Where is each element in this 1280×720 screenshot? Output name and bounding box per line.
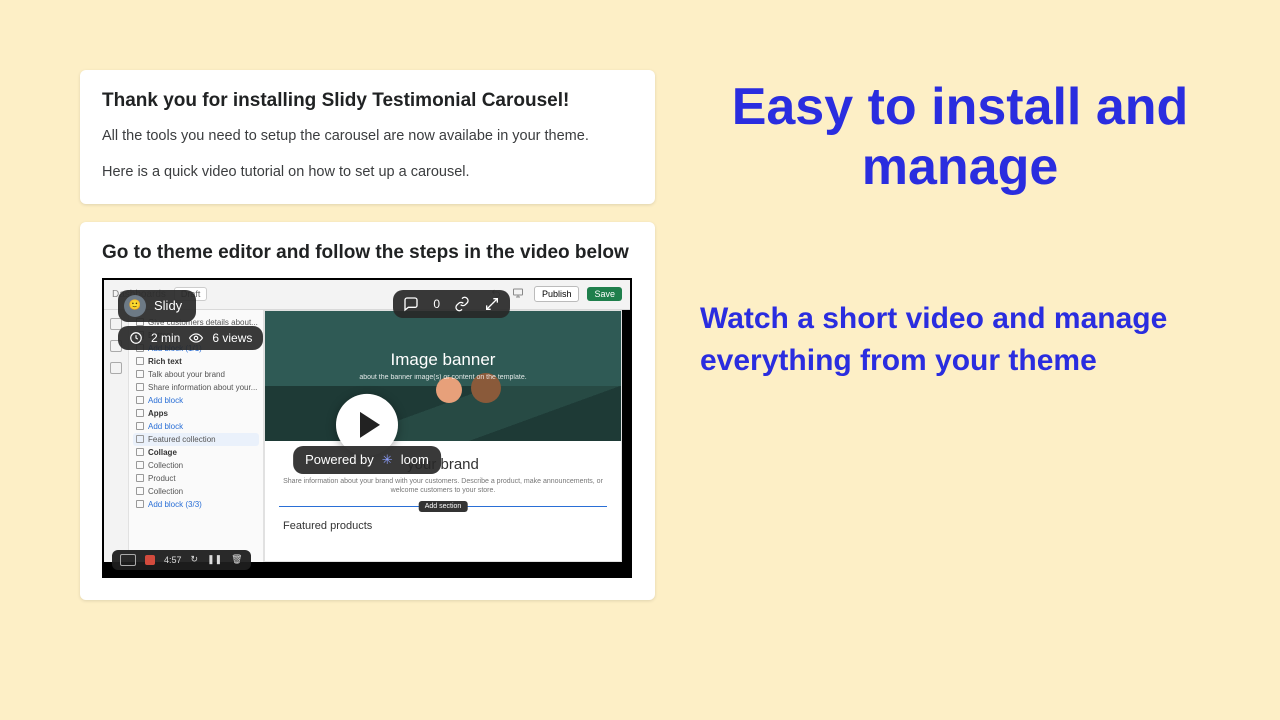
sidebar-item-icon bbox=[136, 474, 144, 482]
sidebar-item-icon bbox=[136, 383, 144, 391]
video-meta-chip: 2 min 6 views bbox=[118, 326, 263, 350]
powered-label: Powered by bbox=[305, 452, 374, 467]
sidebar-item[interactable]: Talk about your brand bbox=[133, 368, 259, 381]
featured-products-heading: Featured products bbox=[265, 516, 621, 536]
comment-icon[interactable] bbox=[403, 296, 419, 312]
sidebar-item[interactable]: Add block (3/3) bbox=[133, 498, 259, 511]
sidebar-item-label: Product bbox=[148, 474, 176, 483]
desktop-icon bbox=[512, 287, 526, 301]
sidebar-item-label: Add block bbox=[148, 422, 183, 431]
sidebar-item[interactable]: Rich text bbox=[133, 355, 259, 368]
recorder-controls: 4:57 ↻ ❚❚ 🗑 bbox=[112, 550, 251, 570]
sidebar-item-label: Talk about your brand bbox=[148, 370, 225, 379]
welcome-text-2: Here is a quick video tutorial on how to… bbox=[102, 162, 633, 184]
sidebar-item[interactable]: Featured collection bbox=[133, 433, 259, 446]
clock-icon bbox=[129, 331, 143, 345]
sidebar-item[interactable]: Add block bbox=[133, 394, 259, 407]
video-tools-chip: 0 bbox=[393, 290, 510, 318]
expand-icon[interactable] bbox=[484, 296, 500, 312]
sidebar-item[interactable]: Apps bbox=[133, 407, 259, 420]
pause-icon[interactable]: ❚❚ bbox=[207, 554, 222, 565]
restart-icon[interactable]: ↻ bbox=[191, 554, 199, 565]
publish-button[interactable]: Publish bbox=[534, 286, 580, 302]
banner-sub: about the banner image(s) or content on … bbox=[359, 374, 526, 381]
sidebar-item[interactable]: Share information about your... bbox=[133, 381, 259, 394]
sidebar-item[interactable]: Collection bbox=[133, 485, 259, 498]
sidebar-item[interactable]: Collage bbox=[133, 446, 259, 459]
sidebar-item-label: Rich text bbox=[148, 357, 182, 366]
video-card-title: Go to theme editor and follow the steps … bbox=[102, 242, 633, 264]
editor-canvas: Image banner about the banner image(s) o… bbox=[264, 310, 622, 562]
sidebar-item-label: Featured collection bbox=[148, 435, 216, 444]
presenter-avatar: 🙂 bbox=[124, 295, 146, 317]
sidebar-item-icon bbox=[136, 435, 144, 443]
sidebar-item-label: Add block bbox=[148, 396, 183, 405]
sidebar-item-label: Share information about your... bbox=[148, 383, 257, 392]
image-banner: Image banner about the banner image(s) o… bbox=[265, 311, 621, 441]
record-time: 4:57 bbox=[164, 555, 182, 565]
camera-icon[interactable] bbox=[120, 554, 136, 566]
video-title-chip: 🙂 Slidy bbox=[118, 290, 196, 322]
sidebar-item-icon bbox=[136, 357, 144, 365]
sidebar-item-icon bbox=[136, 487, 144, 495]
sidebar-item-icon bbox=[136, 409, 144, 417]
add-section-button[interactable]: Add section bbox=[419, 501, 468, 512]
link-icon[interactable] bbox=[454, 296, 470, 312]
eye-icon bbox=[188, 331, 204, 345]
sidebar-item-label: Collage bbox=[148, 448, 177, 457]
sidebar-item-icon bbox=[136, 500, 144, 508]
comment-count: 0 bbox=[433, 297, 440, 311]
sidebar-item-icon bbox=[136, 396, 144, 404]
tutorial-video[interactable]: Dashboards Draft Publish Save Give custo… bbox=[102, 278, 632, 578]
video-card: Go to theme editor and follow the steps … bbox=[80, 222, 655, 600]
trash-icon[interactable]: 🗑 bbox=[231, 554, 242, 565]
welcome-title: Thank you for installing Slidy Testimoni… bbox=[102, 90, 633, 112]
sidebar-item-label: Add block (3/3) bbox=[148, 500, 202, 509]
sidebar-item-icon bbox=[136, 422, 144, 430]
video-duration: 2 min bbox=[151, 331, 180, 345]
loom-logo-icon: ✳ bbox=[382, 452, 393, 468]
video-title: Slidy bbox=[154, 298, 182, 313]
sidebar-item-icon bbox=[136, 370, 144, 378]
video-views: 6 views bbox=[212, 331, 252, 345]
marketing-subline: Watch a short video and manage everythin… bbox=[700, 298, 1220, 383]
brand-sub: Share information about your brand with … bbox=[283, 477, 603, 497]
sidebar-item[interactable]: Collection bbox=[133, 459, 259, 472]
welcome-text-1: All the tools you need to setup the caro… bbox=[102, 126, 633, 148]
sidebar-item[interactable]: Add block bbox=[133, 420, 259, 433]
marketing-headline: Easy to install and manage bbox=[700, 78, 1220, 198]
sidebar-item-label: Collection bbox=[148, 461, 183, 470]
save-button[interactable]: Save bbox=[587, 287, 622, 301]
sidebar-item-icon bbox=[136, 448, 144, 456]
welcome-card: Thank you for installing Slidy Testimoni… bbox=[80, 70, 655, 204]
sidebar-item-label: Collection bbox=[148, 487, 183, 496]
sidebar-item-label: Apps bbox=[148, 409, 168, 418]
powered-by-chip[interactable]: Powered by ✳ loom bbox=[293, 446, 441, 474]
powered-brand: loom bbox=[401, 452, 429, 467]
banner-title: Image banner bbox=[391, 350, 496, 370]
sidebar-item[interactable]: Product bbox=[133, 472, 259, 485]
record-icon[interactable] bbox=[145, 555, 155, 565]
sidebar-item-icon bbox=[136, 461, 144, 469]
